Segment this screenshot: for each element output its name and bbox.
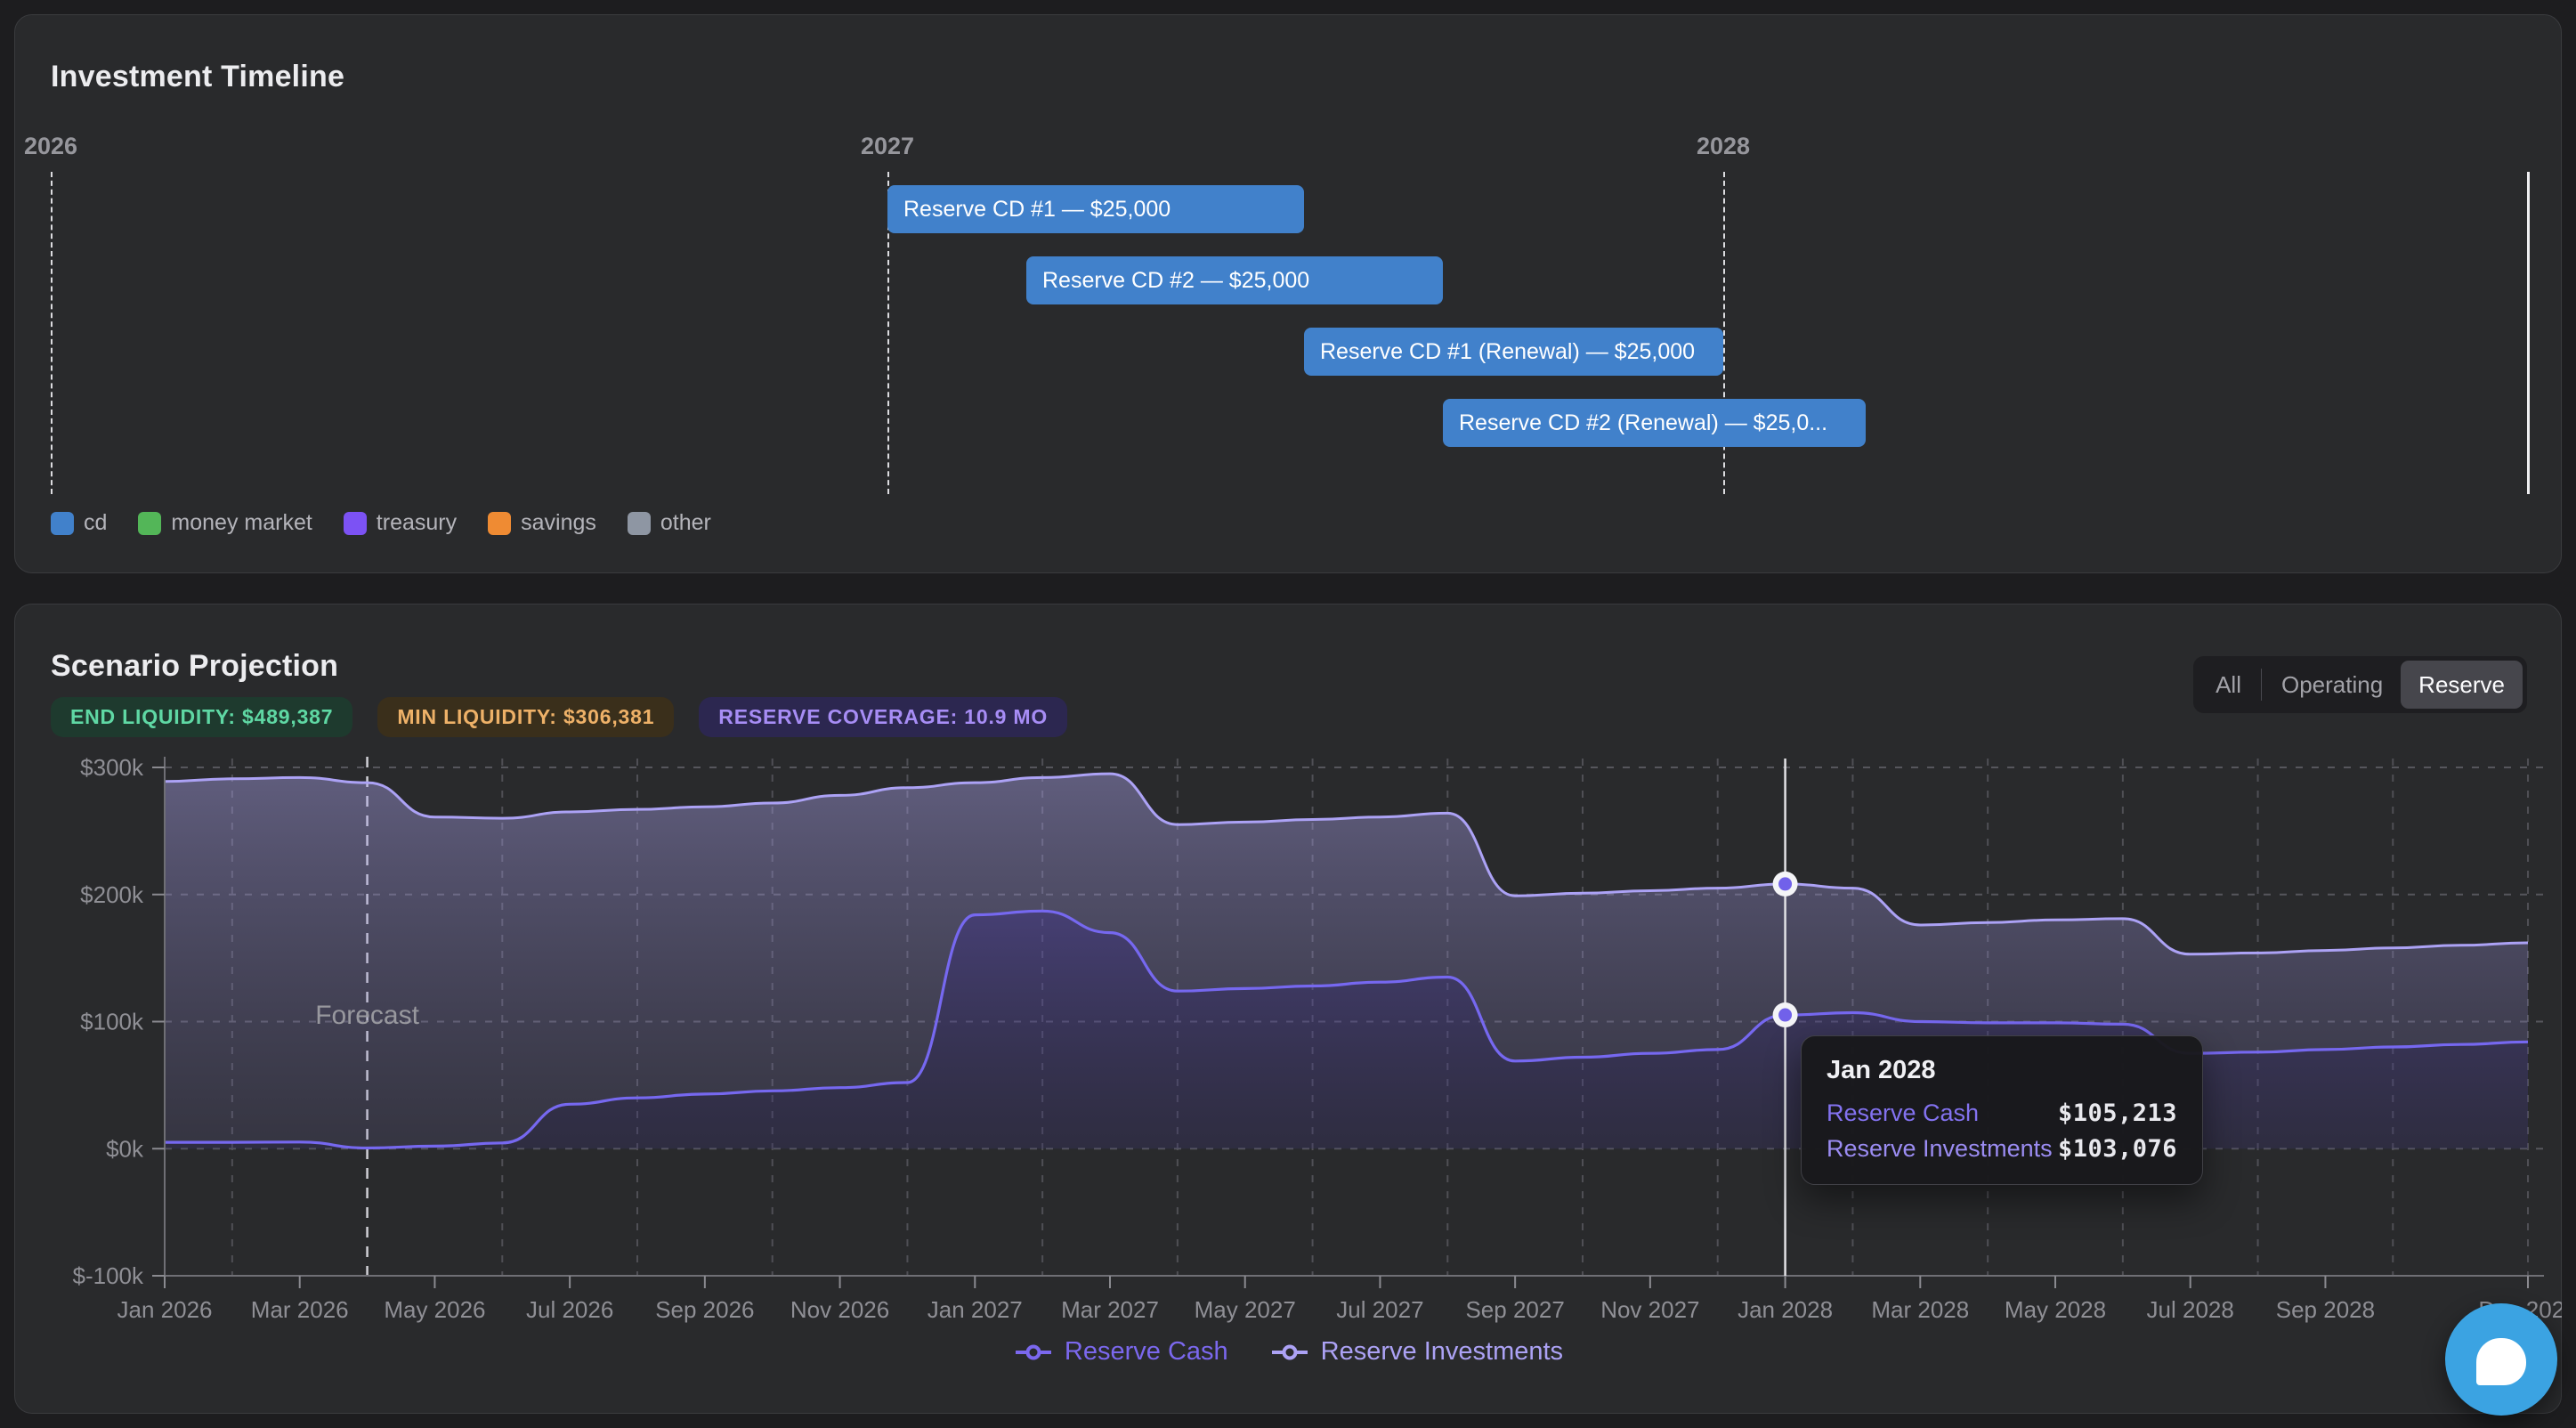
legend-item-other[interactable]: other	[628, 510, 711, 536]
x-tick-label: Jan 2028	[1738, 1296, 1833, 1323]
gantt-bar-reserve-cd-2[interactable]: Reserve CD #2 — $25,000	[1026, 256, 1443, 304]
x-tick-label: Jul 2027	[1336, 1296, 1423, 1323]
y-tick-label: $300k	[80, 754, 144, 781]
legend-item-money-market[interactable]: money market	[138, 510, 312, 536]
legend-label: money market	[171, 510, 312, 536]
tooltip-series-value: $105,213	[2058, 1099, 2177, 1127]
timeline-title: Investment Timeline	[51, 60, 344, 94]
year-label-2027: 2027	[861, 133, 914, 160]
x-tick-label: May 2028	[2005, 1296, 2106, 1323]
tooltip-series-value: $103,076	[2058, 1135, 2177, 1163]
y-tick-label: $200k	[80, 881, 144, 908]
scenario-badges: END LIQUIDITY: $489,387 MIN LIQUIDITY: $…	[51, 697, 1067, 737]
toggle-divider	[2261, 669, 2262, 701]
tooltip-row-reserve-investments: Reserve Investments $103,076	[1827, 1135, 2177, 1163]
tooltip-series-label: Reserve Cash	[1827, 1099, 1979, 1127]
hover-marker	[1778, 1009, 1792, 1022]
savings-swatch-icon	[488, 512, 511, 535]
x-tick-label: Mar 2026	[251, 1296, 349, 1323]
other-swatch-icon	[628, 512, 651, 535]
gantt-bar-reserve-cd-1[interactable]: Reserve CD #1 — $25,000	[887, 185, 1304, 233]
y-tick-label: $0k	[106, 1135, 144, 1162]
tooltip-series-label: Reserve Investments	[1827, 1135, 2053, 1163]
year-label-2026: 2026	[24, 133, 77, 160]
toggle-option-all[interactable]: All	[2198, 661, 2259, 709]
legend-item-reserve-cash[interactable]: Reserve Cash	[1013, 1337, 1228, 1367]
gantt-bar-reserve-cd-2-renewal[interactable]: Reserve CD #2 (Renewal) — $25,0...	[1443, 399, 1866, 447]
x-tick-label: May 2027	[1195, 1296, 1296, 1323]
toggle-option-reserve[interactable]: Reserve	[2401, 661, 2523, 709]
treasury-swatch-icon	[344, 512, 367, 535]
cd-swatch-icon	[51, 512, 74, 535]
legend-item-cd[interactable]: cd	[51, 510, 107, 536]
legend-item-treasury[interactable]: treasury	[344, 510, 457, 536]
x-tick-label: Nov 2027	[1600, 1296, 1699, 1323]
legend-item-savings[interactable]: savings	[488, 510, 596, 536]
x-tick-label: Jan 2027	[928, 1296, 1023, 1323]
legend-item-reserve-investments[interactable]: Reserve Investments	[1269, 1337, 1563, 1367]
y-tick-label: $100k	[80, 1009, 144, 1035]
legend-label: treasury	[377, 510, 457, 536]
forecast-label: Forecast	[315, 1001, 419, 1030]
legend-label: Reserve Cash	[1065, 1337, 1228, 1367]
gantt-bar-reserve-cd-1-renewal[interactable]: Reserve CD #1 (Renewal) — $25,000	[1304, 328, 1723, 376]
min-liquidity-badge: MIN LIQUIDITY: $306,381	[377, 697, 674, 737]
y-tick-label: $-100k	[73, 1262, 144, 1289]
x-tick-label: Jul 2028	[2147, 1296, 2234, 1323]
chart-tooltip: Jan 2028 Reserve Cash $105,213 Reserve I…	[1801, 1035, 2203, 1185]
timeline-legend: cd money market treasury savings other	[51, 510, 711, 536]
x-tick-label: Jan 2026	[117, 1296, 213, 1323]
reserve-coverage-badge: RESERVE COVERAGE: 10.9 MO	[699, 697, 1067, 737]
line-marker-icon	[1013, 1343, 1054, 1361]
legend-label: savings	[521, 510, 596, 536]
year-gridline-2026	[51, 172, 53, 494]
x-tick-label: Jul 2026	[526, 1296, 613, 1323]
tooltip-title: Jan 2028	[1827, 1056, 2177, 1085]
timeline-end-line	[2527, 172, 2530, 494]
investment-timeline-panel: Investment Timeline 2026 2027 2028 Reser…	[14, 14, 2562, 573]
hover-marker	[1778, 877, 1792, 890]
x-tick-label: Sep 2027	[1465, 1296, 1564, 1323]
x-tick-label: Sep 2028	[2276, 1296, 2375, 1323]
account-view-toggle: All Operating Reserve	[2193, 656, 2527, 713]
scenario-legend: Reserve Cash Reserve Investments	[14, 1337, 2562, 1367]
tooltip-row-reserve-cash: Reserve Cash $105,213	[1827, 1099, 2177, 1127]
toggle-option-operating[interactable]: Operating	[2264, 661, 2401, 709]
year-label-2028: 2028	[1697, 133, 1750, 160]
x-tick-label: Sep 2026	[655, 1296, 754, 1323]
money-market-swatch-icon	[138, 512, 161, 535]
x-tick-label: Nov 2026	[790, 1296, 889, 1323]
line-marker-icon	[1269, 1343, 1310, 1361]
end-liquidity-badge: END LIQUIDITY: $489,387	[51, 697, 352, 737]
x-tick-label: Mar 2028	[1871, 1296, 1969, 1323]
legend-label: Reserve Investments	[1321, 1337, 1563, 1367]
chat-launcher-button[interactable]	[2445, 1303, 2557, 1416]
legend-label: other	[660, 510, 711, 536]
x-tick-label: Mar 2027	[1061, 1296, 1159, 1323]
scenario-title: Scenario Projection	[51, 649, 338, 684]
legend-label: cd	[84, 510, 107, 536]
x-tick-label: May 2026	[384, 1296, 485, 1323]
chat-bubble-icon	[2476, 1338, 2526, 1385]
